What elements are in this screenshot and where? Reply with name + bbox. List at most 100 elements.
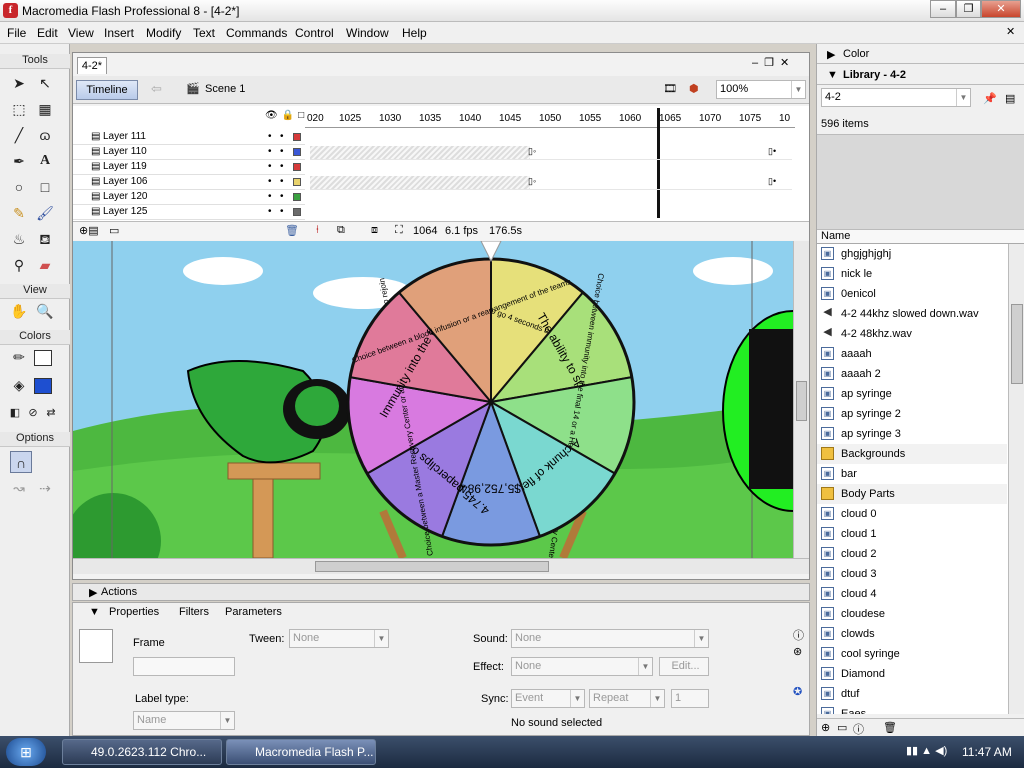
menu-insert[interactable]: Insert: [104, 26, 134, 40]
taskbar-flash[interactable]: Macromedia Flash P...: [226, 739, 376, 765]
stage-vertical-scrollbar[interactable]: [793, 241, 809, 558]
actions-panel-header[interactable]: ▶ Actions: [72, 583, 810, 601]
library-item[interactable]: ▣ cloud 3: [817, 564, 1007, 584]
brush-tool-icon[interactable]: 🖌: [34, 202, 56, 224]
stage-horizontal-scrollbar[interactable]: [73, 558, 809, 574]
selection-tool-icon[interactable]: ➤: [8, 72, 30, 94]
properties-icon[interactable]: ⓘ: [853, 721, 864, 737]
menu-window[interactable]: Window: [346, 26, 389, 40]
oval-tool-icon[interactable]: ○: [8, 176, 30, 198]
menu-text[interactable]: Text: [193, 26, 215, 40]
taskbar-chrome[interactable]: 49.0.2623.112 Chro...: [62, 739, 222, 765]
library-item[interactable]: ▣ dtuf: [817, 684, 1007, 704]
menu-help[interactable]: Help: [402, 26, 427, 40]
zoom-select[interactable]: 100% ▼: [716, 80, 806, 99]
menu-edit[interactable]: Edit: [37, 26, 58, 40]
color-panel-header[interactable]: ▶ Color: [817, 44, 1024, 64]
layer-row[interactable]: ▤ Layer 119 • •: [73, 160, 305, 175]
edit-scene-icon[interactable]: 🎞: [663, 82, 677, 95]
library-item[interactable]: ▣ ap syringe: [817, 384, 1007, 404]
library-item[interactable]: ▣ cloud 0: [817, 504, 1007, 524]
help-icon[interactable]: ⓘ: [793, 627, 804, 643]
onion-skin-icon[interactable]: ⧉: [337, 224, 345, 237]
edit-multiple-frames-icon[interactable]: ⛶: [395, 224, 403, 237]
onion-outline-icon[interactable]: ⧈: [371, 224, 378, 237]
eraser-icon[interactable]: ▰: [34, 254, 56, 276]
frame-ruler[interactable]: 020 1025 1030 1035 1040 1045 1050 1055 1…: [305, 106, 795, 128]
pencil-tool-icon[interactable]: ✎: [8, 202, 30, 224]
free-transform-icon[interactable]: ⬚: [8, 98, 30, 120]
paint-bucket-icon[interactable]: ⛾: [34, 228, 56, 250]
pin-library-icon[interactable]: 📌: [983, 92, 997, 105]
fill-color-swatch[interactable]: [34, 378, 52, 394]
library-item[interactable]: ▣ aaaah 2: [817, 364, 1007, 384]
pen-tool-icon[interactable]: ✒: [8, 150, 30, 172]
library-item[interactable]: ▣ cloudese: [817, 604, 1007, 624]
edit-button[interactable]: Edit...: [659, 657, 709, 676]
library-column-header[interactable]: Name: [817, 230, 1024, 244]
timeline-header-icons[interactable]: 👁🔒□: [265, 110, 308, 121]
label-type-select[interactable]: Name ▼: [133, 711, 235, 730]
tray-icons[interactable]: ▮▮ ▲ ◀): [906, 744, 947, 757]
doc-close-icon[interactable]: ✕: [1006, 25, 1020, 39]
library-item[interactable]: ▣ Diamond: [817, 664, 1007, 684]
lasso-tool-icon[interactable]: ɷ: [34, 124, 56, 146]
snap-magnet-icon[interactable]: ∩: [10, 451, 32, 473]
library-item[interactable]: ▣ ap syringe 2: [817, 404, 1007, 424]
menu-view[interactable]: View: [68, 26, 94, 40]
text-tool-icon[interactable]: A: [34, 150, 56, 172]
layer-row[interactable]: ▤ Layer 106 • •: [73, 175, 305, 190]
library-item[interactable]: Body Parts: [817, 484, 1007, 504]
sound-select[interactable]: None ▼: [511, 629, 709, 648]
menu-file[interactable]: File: [7, 26, 26, 40]
accessibility-icon[interactable]: ✪: [793, 685, 802, 698]
fill-color-icon[interactable]: ◈: [8, 374, 30, 396]
library-item[interactable]: ▣ nick le: [817, 264, 1007, 284]
library-item[interactable]: ◀ 4-2 48khz.wav: [817, 324, 1007, 344]
menu-modify[interactable]: Modify: [146, 26, 181, 40]
library-item[interactable]: ▣ cloud 1: [817, 524, 1007, 544]
new-folder-icon[interactable]: ▭: [837, 721, 847, 734]
hand-tool-icon[interactable]: ✋: [8, 300, 30, 322]
stroke-color-icon[interactable]: ✏: [8, 346, 30, 368]
menu-commands[interactable]: Commands: [226, 26, 287, 40]
minimize-button[interactable]: –: [930, 0, 956, 18]
maximize-button[interactable]: ❐: [956, 0, 981, 18]
playhead[interactable]: [657, 108, 660, 218]
subselection-tool-icon[interactable]: ↖: [34, 72, 56, 94]
effect-select[interactable]: None ▼: [511, 657, 653, 676]
tab-properties[interactable]: Properties: [109, 606, 159, 618]
center-frame-icon[interactable]: ⍿: [316, 224, 319, 237]
add-folder-icon[interactable]: ▭: [109, 224, 119, 237]
stroke-color-swatch[interactable]: [34, 350, 52, 366]
layer-row[interactable]: ▤ Layer 120 • •: [73, 190, 305, 205]
doc-window-controls[interactable]: –❐✕: [752, 56, 804, 70]
library-item[interactable]: ▣ bar: [817, 464, 1007, 484]
library-item[interactable]: ▣ cool syringe: [817, 644, 1007, 664]
tween-select[interactable]: None ▼: [289, 629, 389, 648]
library-item[interactable]: ▣ cloud 4: [817, 584, 1007, 604]
timeline-button[interactable]: Timeline: [76, 80, 138, 100]
menu-control[interactable]: Control: [295, 26, 334, 40]
library-scrollbar[interactable]: [1008, 244, 1024, 714]
layer-row[interactable]: ▤ Layer 125 • •: [73, 205, 305, 220]
library-item[interactable]: ▣ ghgjghjghj: [817, 244, 1007, 264]
tab-parameters[interactable]: Parameters: [225, 606, 282, 618]
library-panel-header[interactable]: ▼ Library - 4-2: [817, 65, 1024, 85]
new-symbol-icon[interactable]: ⊕: [821, 721, 830, 734]
repeat-count-input[interactable]: 1: [671, 689, 709, 708]
delete-icon[interactable]: 🗑: [883, 721, 897, 734]
scene-label[interactable]: Scene 1: [205, 83, 245, 95]
new-library-icon[interactable]: ▤: [1005, 92, 1015, 105]
add-layer-icon[interactable]: ⊕▤: [79, 224, 99, 237]
layer-row[interactable]: ▤ Layer 110 • •: [73, 145, 305, 160]
close-button[interactable]: ✕: [981, 0, 1021, 18]
library-item[interactable]: ▣ cloud 2: [817, 544, 1007, 564]
panel-options-icon[interactable]: ⊛: [793, 645, 802, 658]
layer-row[interactable]: ▤ Layer 111 • •: [73, 130, 305, 145]
library-item[interactable]: ▣ 0enicol: [817, 284, 1007, 304]
swap-colors-icon[interactable]: ⇄: [40, 402, 62, 424]
line-tool-icon[interactable]: ╱: [8, 124, 30, 146]
rectangle-tool-icon[interactable]: □: [34, 176, 56, 198]
library-item[interactable]: ▣ clowds: [817, 624, 1007, 644]
